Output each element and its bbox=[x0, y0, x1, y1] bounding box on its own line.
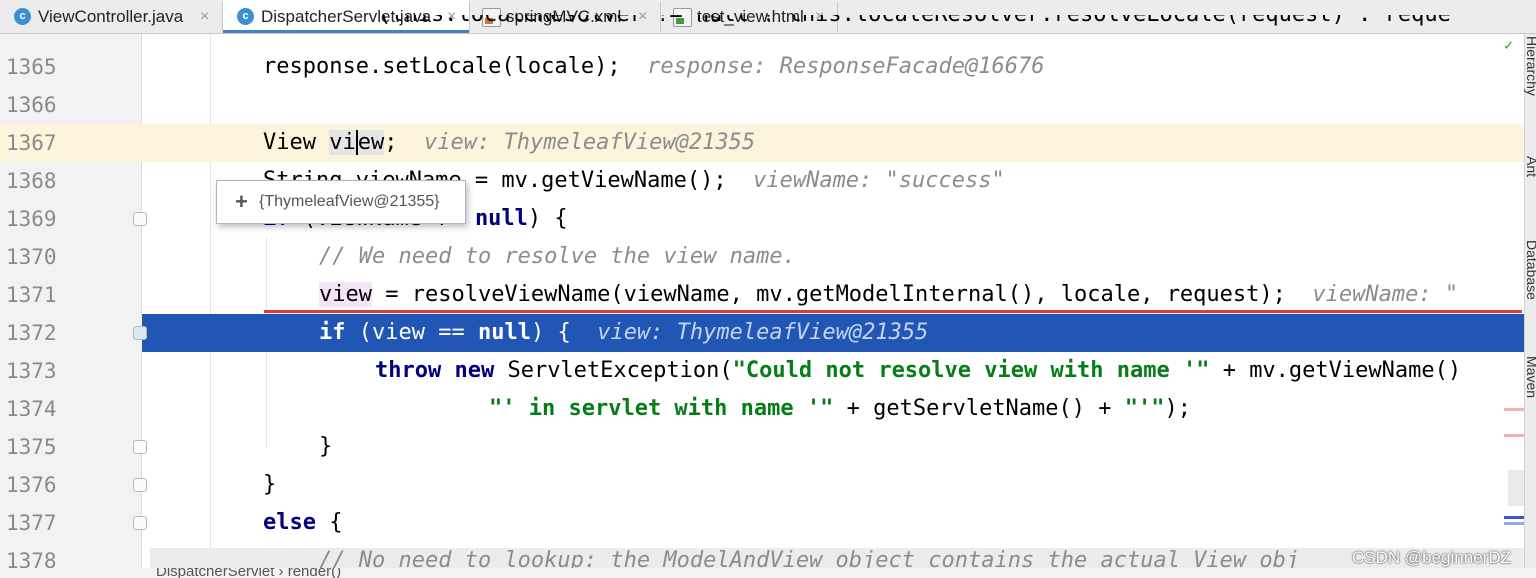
code-text: // We need to resolve the view name. bbox=[319, 238, 796, 276]
code-text: View view; view: ThymeleafView@21355 bbox=[263, 124, 755, 162]
code-token: ew bbox=[357, 130, 385, 155]
code-line-1365[interactable]: 1365 response.setLocale(locale); respons… bbox=[0, 48, 1524, 86]
line-number: 1372 bbox=[6, 321, 57, 345]
usage-stripe-mark[interactable] bbox=[1504, 522, 1524, 525]
error-underline bbox=[264, 310, 1522, 313]
keyword: throw new bbox=[375, 358, 508, 383]
code-line-1374[interactable]: 1374 "' in servlet with name '" + getSer… bbox=[0, 390, 1524, 428]
code-token: = resolveViewName(viewName, mv.getModelI… bbox=[371, 282, 1286, 307]
tool-window-ant[interactable]: Ant bbox=[1524, 156, 1536, 177]
code-line-1366[interactable]: 1366 bbox=[0, 86, 1524, 124]
watermark: CSDN @beginnerDZ bbox=[1352, 548, 1511, 567]
code-text: else { bbox=[263, 504, 342, 542]
tool-window-hierarchy[interactable]: Hierarchy bbox=[1524, 36, 1536, 96]
line-number: 1376 bbox=[6, 473, 57, 497]
code-line-1371[interactable]: 1371 view = resolveViewName(viewName, mv… bbox=[0, 276, 1524, 314]
code-token: ); bbox=[1164, 396, 1192, 421]
debug-inline-value: response: ResponseFacade@16676 bbox=[647, 54, 1045, 79]
fold-marker-icon[interactable] bbox=[133, 326, 147, 340]
line-number: 1373 bbox=[6, 359, 57, 383]
line-number: 1371 bbox=[6, 283, 57, 307]
debug-inline-value: view: ThymeleafView@21355 bbox=[597, 320, 929, 345]
gutter-cell: 1372 bbox=[0, 314, 142, 352]
code-token: ) { bbox=[530, 320, 571, 345]
inspection-ok-icon[interactable]: ✓ bbox=[1504, 36, 1513, 54]
keyword: null bbox=[474, 206, 528, 231]
code-text: response.setLocale(locale); response: Re… bbox=[263, 48, 1044, 86]
code-text: // No need to lookup: the ModelAndView o… bbox=[319, 542, 1299, 568]
line-number: 1369 bbox=[6, 207, 57, 231]
debug-value-popup[interactable]: + {ThymeleafView@21355} bbox=[216, 180, 466, 224]
debug-inline-value: viewName: "success" bbox=[753, 168, 1005, 193]
identifier-highlight: view bbox=[329, 130, 385, 155]
right-tool-window-bar bbox=[1524, 34, 1536, 568]
line-number: 1374 bbox=[6, 397, 57, 421]
breadcrumb-path[interactable]: DispatcherServlet › render() bbox=[156, 568, 341, 578]
fold-marker-icon[interactable] bbox=[133, 440, 147, 454]
code-text: "' in servlet with name '" + getServletN… bbox=[489, 390, 1191, 428]
code-comment: // No need to lookup: the ModelAndView o… bbox=[319, 548, 1300, 568]
vertical-scroll-thumb[interactable] bbox=[1508, 470, 1524, 506]
code-comment: // We need to resolve the view name. bbox=[319, 244, 796, 269]
code-token: ServletException( bbox=[507, 358, 733, 383]
identifier-usage-highlight: view bbox=[319, 282, 372, 307]
code-line-1370[interactable]: 1370 // We need to resolve the view name… bbox=[0, 238, 1524, 276]
code-token: ; bbox=[384, 130, 398, 155]
code-token: ) { bbox=[527, 206, 568, 231]
code-line-1376[interactable]: 1376 } bbox=[0, 466, 1524, 504]
keyword: null bbox=[477, 320, 531, 345]
code-token: { bbox=[315, 510, 343, 535]
code-text: } bbox=[319, 428, 332, 466]
expand-icon[interactable]: + bbox=[235, 181, 248, 223]
line-number: 1368 bbox=[6, 169, 57, 193]
line-number: 1365 bbox=[6, 55, 57, 79]
fold-marker-icon[interactable] bbox=[133, 212, 147, 226]
line-number: 1370 bbox=[6, 245, 57, 269]
code-text: (this.localeResolver != null ? this.loca… bbox=[378, 15, 1451, 34]
string-literal: "' in servlet with name '" bbox=[489, 396, 834, 421]
debug-inline-value: viewName: " bbox=[1312, 282, 1459, 307]
caret-stripe-mark[interactable] bbox=[1504, 516, 1524, 519]
line-number: 1378 bbox=[6, 549, 57, 568]
fold-marker-icon[interactable] bbox=[133, 516, 147, 530]
error-stripe-mark[interactable] bbox=[1504, 408, 1524, 411]
code-token: response.setLocale(locale); bbox=[263, 54, 621, 79]
code-token: + getServletName() + bbox=[833, 396, 1125, 421]
breadcrumb[interactable]: DispatcherServlet › render() bbox=[0, 568, 1536, 578]
popup-value: {ThymeleafView@21355} bbox=[259, 193, 440, 210]
code-text: throw new ServletException("Could not re… bbox=[375, 352, 1461, 390]
code-text: } bbox=[263, 466, 276, 504]
code-line-1375[interactable]: 1375 } bbox=[0, 428, 1524, 466]
code-line-1367[interactable]: 1367 View view; view: ThymeleafView@2135… bbox=[0, 124, 1524, 162]
code-line-1364[interactable]: (this.localeResolver != null ? this.loca… bbox=[0, 15, 1524, 34]
line-number: 1366 bbox=[6, 93, 57, 117]
code-token: + mv.getViewName() bbox=[1209, 358, 1462, 383]
line-number: 1377 bbox=[6, 511, 57, 535]
fold-marker-icon[interactable] bbox=[133, 478, 147, 492]
error-stripe-mark[interactable] bbox=[1504, 434, 1524, 437]
string-literal: "'" bbox=[1124, 396, 1165, 421]
code-token: View bbox=[263, 130, 330, 155]
keyword: if bbox=[319, 320, 359, 345]
tool-window-maven[interactable]: Maven bbox=[1524, 356, 1536, 398]
line-number: 1367 bbox=[6, 131, 57, 155]
code-line-1372-execution-point[interactable]: 1372 if (view == null) { view: Thymeleaf… bbox=[0, 314, 1524, 352]
code-token: vi bbox=[329, 130, 356, 155]
code-token: (view == bbox=[358, 320, 478, 345]
code-line-1373[interactable]: 1373 throw new ServletException("Could n… bbox=[0, 352, 1524, 390]
code-text: if (view == null) { view: ThymeleafView@… bbox=[319, 314, 928, 352]
string-literal: "Could not resolve view with name '" bbox=[732, 358, 1210, 383]
code-token: } bbox=[263, 472, 277, 497]
line-number: 1375 bbox=[6, 435, 57, 459]
code-line-1377[interactable]: 1377 else { bbox=[0, 504, 1524, 542]
code-line-1378[interactable]: 1378 // No need to lookup: the ModelAndV… bbox=[0, 542, 1524, 568]
debug-inline-value: view: ThymeleafView@21355 bbox=[423, 130, 756, 155]
code-text: view = resolveViewName(viewName, mv.getM… bbox=[319, 276, 1458, 314]
keyword: else bbox=[263, 510, 316, 535]
tool-window-database[interactable]: Database bbox=[1524, 240, 1536, 300]
code-token: } bbox=[319, 434, 333, 459]
